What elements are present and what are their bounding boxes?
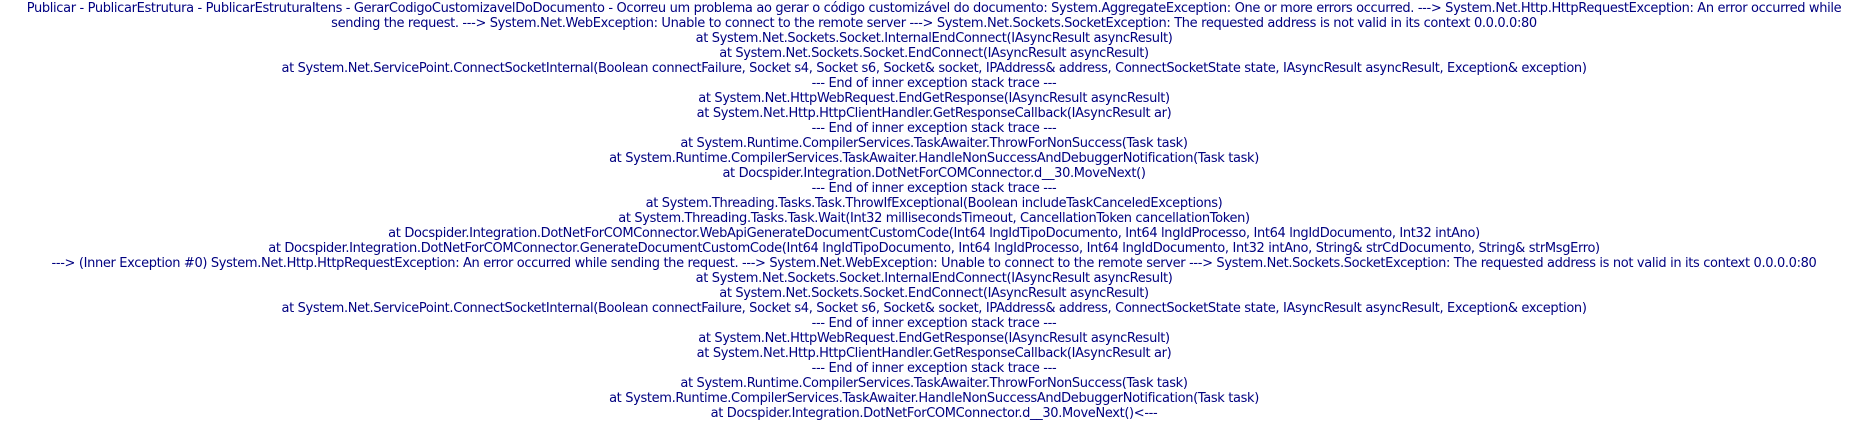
- stack-trace-separator: --- End of inner exception stack trace -…: [811, 181, 1057, 196]
- stack-trace-separator: --- End of inner exception stack trace -…: [811, 316, 1057, 331]
- stack-trace-separator: --- End of inner exception stack trace -…: [811, 76, 1057, 91]
- stack-frame: at System.Runtime.CompilerServices.TaskA…: [680, 376, 1188, 391]
- stack-frame: at System.Net.ServicePoint.ConnectSocket…: [281, 61, 1587, 76]
- stack-frame: at System.Net.Sockets.Socket.InternalEnd…: [695, 31, 1173, 46]
- error-summary: Publicar - PublicarEstrutura - PublicarE…: [26, 1, 1842, 31]
- stack-frame: at Docspider.Integration.DotNetForCOMCon…: [388, 226, 1480, 241]
- stack-frame: at System.Runtime.CompilerServices.TaskA…: [680, 136, 1188, 151]
- stack-frame: at System.Net.Http.HttpClientHandler.Get…: [696, 346, 1172, 361]
- stack-frame: at Docspider.Integration.DotNetForCOMCon…: [268, 241, 1600, 256]
- stack-frame: at System.Net.Sockets.Socket.InternalEnd…: [695, 271, 1173, 286]
- stack-frame: at Docspider.Integration.DotNetForCOMCon…: [710, 406, 1158, 421]
- stack-frame: at System.Net.ServicePoint.ConnectSocket…: [281, 301, 1587, 316]
- stack-frame: at Docspider.Integration.DotNetForCOMCon…: [722, 166, 1146, 181]
- stack-frame: at System.Net.HttpWebRequest.EndGetRespo…: [698, 331, 1170, 346]
- inner-exception: ---> (Inner Exception #0) System.Net.Htt…: [51, 256, 1817, 271]
- stack-trace-separator: --- End of inner exception stack trace -…: [811, 361, 1057, 376]
- error-message-block: Publicar - PublicarEstrutura - PublicarE…: [0, 0, 1868, 421]
- stack-frame: at System.Threading.Tasks.Task.ThrowIfEx…: [645, 196, 1223, 211]
- stack-trace-separator: --- End of inner exception stack trace -…: [811, 121, 1057, 136]
- stack-frame: at System.Net.HttpWebRequest.EndGetRespo…: [698, 91, 1170, 106]
- stack-frame: at System.Net.Sockets.Socket.EndConnect(…: [719, 286, 1149, 301]
- stack-frame: at System.Net.Sockets.Socket.EndConnect(…: [719, 46, 1149, 61]
- stack-frame: at System.Runtime.CompilerServices.TaskA…: [609, 151, 1259, 166]
- stack-frame: at System.Runtime.CompilerServices.TaskA…: [609, 391, 1259, 406]
- stack-frame: at System.Net.Http.HttpClientHandler.Get…: [696, 106, 1172, 121]
- stack-frame: at System.Threading.Tasks.Task.Wait(Int3…: [618, 211, 1250, 226]
